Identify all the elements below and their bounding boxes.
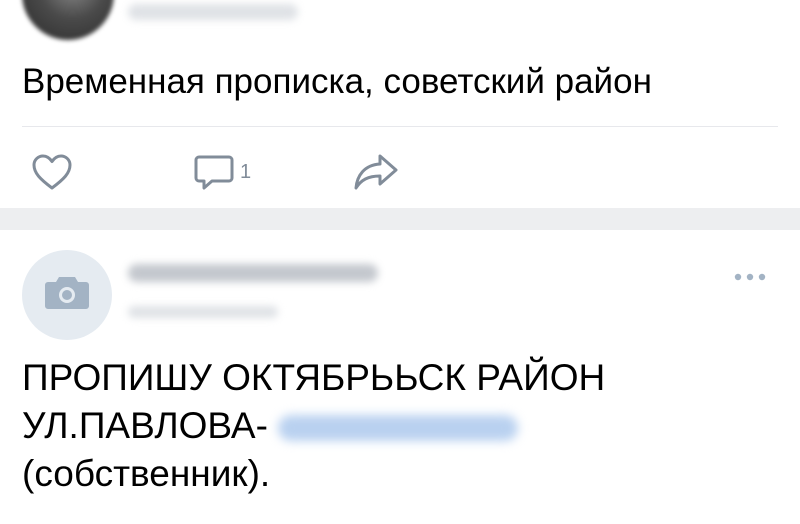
like-button[interactable] bbox=[30, 148, 74, 196]
post-meta-blurred bbox=[128, 4, 298, 20]
post-2: ПРОПИШУ ОКТЯБРЬЬСК РАЙОН УЛ.ПАВЛОВА- (со… bbox=[0, 230, 800, 524]
post-time-blurred bbox=[128, 306, 278, 318]
like-icon bbox=[30, 152, 74, 192]
post-text-line: (собственник). bbox=[22, 453, 271, 494]
post-text-line: УЛ.ПАВЛОВА- bbox=[22, 402, 782, 450]
post-text: ПРОПИШУ ОКТЯБРЬЬСК РАЙОН УЛ.ПАВЛОВА- (со… bbox=[22, 354, 782, 498]
phone-number-link-blurred[interactable] bbox=[277, 415, 518, 442]
comment-count: 1 bbox=[240, 160, 252, 183]
comment-icon bbox=[192, 152, 236, 192]
share-icon bbox=[352, 152, 400, 192]
comment-button[interactable]: 1 bbox=[192, 148, 251, 196]
post-text-line: ПРОПИШУ ОКТЯБРЬЬСК РАЙОН bbox=[22, 357, 606, 398]
author-avatar[interactable] bbox=[22, 0, 114, 40]
more-icon bbox=[732, 269, 768, 287]
divider bbox=[22, 126, 778, 127]
post-1: Временная прописка, советский район 1 bbox=[0, 0, 800, 208]
more-options-button[interactable] bbox=[730, 266, 770, 290]
post-text-segment: УЛ.ПАВЛОВА- bbox=[22, 405, 268, 446]
camera-icon bbox=[43, 275, 91, 316]
post-text: Временная прописка, советский район bbox=[22, 62, 652, 101]
feed-separator bbox=[0, 208, 800, 230]
author-name-blurred[interactable] bbox=[128, 264, 378, 282]
share-button[interactable] bbox=[352, 148, 400, 196]
author-avatar[interactable] bbox=[22, 250, 112, 340]
